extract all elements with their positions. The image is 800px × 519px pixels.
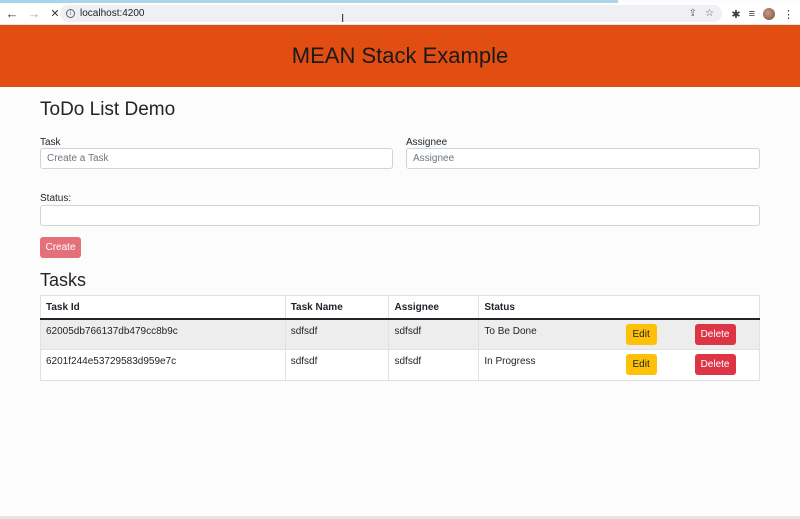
text-cursor-icon: I xyxy=(341,12,345,25)
column-header-task-id: Task Id xyxy=(40,295,286,320)
address-bar[interactable]: i localhost:4200 ⇪ ☆ xyxy=(60,5,722,22)
page-title: ToDo List Demo xyxy=(40,99,176,120)
assignee-label: Assignee xyxy=(406,137,448,148)
cell-task-id: 6201f244e53729583d959e7c xyxy=(40,349,286,381)
status-label: Status: xyxy=(40,193,72,204)
cell-task-name: sdfsdf xyxy=(284,318,390,350)
table-row: 62005db766137db479cc8b9c sdfsdf sdfsdf T… xyxy=(40,318,760,350)
column-header-delete xyxy=(688,295,760,320)
tasks-heading: Tasks xyxy=(40,270,87,290)
column-header-assignee: Assignee xyxy=(388,295,480,320)
back-arrow-icon[interactable]: ← xyxy=(3,5,21,23)
tasks-table: Task Id Task Name Assignee Status 62005d… xyxy=(40,295,760,381)
media-playlist-icon[interactable]: ≡ xyxy=(749,8,755,20)
share-icon[interactable]: ⇪ xyxy=(689,8,697,19)
site-info-icon[interactable]: i xyxy=(66,9,75,18)
delete-button[interactable]: Delete xyxy=(694,323,736,345)
cell-delete: Delete xyxy=(688,318,760,350)
edit-button[interactable]: Edit xyxy=(625,354,657,375)
column-header-status: Status xyxy=(478,295,619,320)
cell-task-id: 62005db766137db479cc8b9c xyxy=(40,318,286,350)
browser-toolbar: ← → ✕ i localhost:4200 ⇪ ☆ ✱ ≡ ⋮ xyxy=(0,3,800,25)
column-header-edit xyxy=(618,295,689,320)
cell-delete: Delete xyxy=(688,349,760,381)
edit-button[interactable]: Edit xyxy=(625,323,657,345)
address-url: localhost:4200 xyxy=(80,8,145,19)
app-header: MEAN Stack Example xyxy=(0,25,800,87)
cell-assignee: sdfsdf xyxy=(388,318,480,350)
cell-status: To Be Done xyxy=(478,318,619,350)
cell-edit: Edit xyxy=(618,318,689,350)
bookmark-star-icon[interactable]: ☆ xyxy=(705,8,714,19)
create-button[interactable]: Create xyxy=(40,237,81,258)
status-input[interactable] xyxy=(40,205,760,226)
cell-status: In Progress xyxy=(478,349,619,381)
table-header-row: Task Id Task Name Assignee Status xyxy=(40,295,760,320)
kebab-menu-icon[interactable]: ⋮ xyxy=(783,8,794,21)
forward-arrow-icon[interactable]: → xyxy=(25,5,43,23)
cell-task-name: sdfsdf xyxy=(284,349,390,381)
assignee-input[interactable] xyxy=(406,148,760,169)
column-header-task-name: Task Name xyxy=(284,295,390,320)
delete-button[interactable]: Delete xyxy=(694,354,736,375)
task-label: Task xyxy=(40,137,61,148)
cell-edit: Edit xyxy=(618,349,689,381)
cell-assignee: sdfsdf xyxy=(388,349,480,381)
app-title: MEAN Stack Example xyxy=(291,43,509,68)
task-input[interactable] xyxy=(40,148,393,169)
extensions-puzzle-icon[interactable]: ✱ xyxy=(731,8,740,21)
table-row: 6201f244e53729583d959e7c sdfsdf sdfsdf I… xyxy=(40,349,760,381)
profile-avatar[interactable] xyxy=(763,8,775,20)
